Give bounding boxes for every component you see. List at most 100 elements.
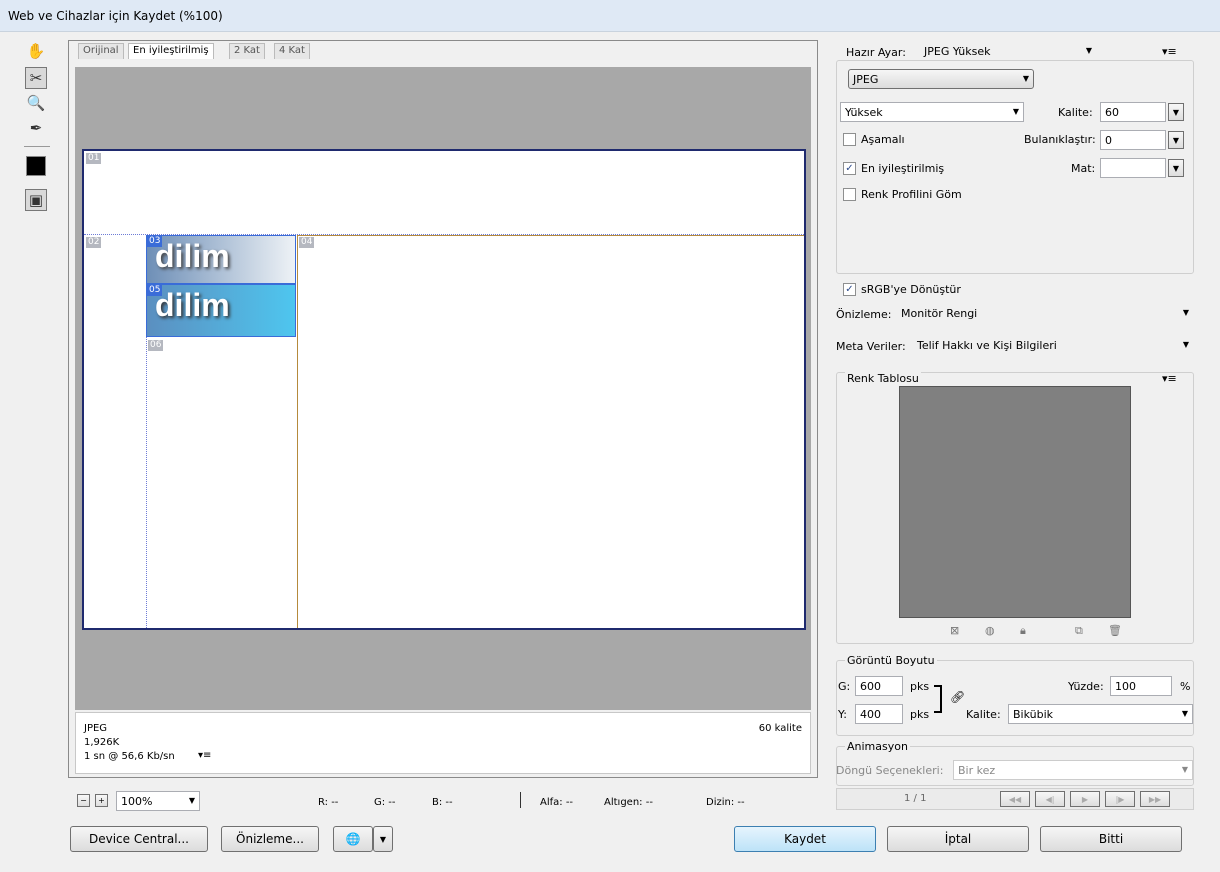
preview-label: Önizleme:	[836, 308, 892, 321]
zoom-value: 100%	[121, 795, 153, 808]
embed-profile-checkbox[interactable]	[843, 188, 856, 201]
map-transparent-icon[interactable]: ⊠	[950, 624, 959, 637]
slice-label[interactable]: 06	[148, 340, 164, 351]
status-hex: Altıgen: --	[604, 797, 653, 808]
status-r: R: --	[318, 797, 339, 808]
matte-input[interactable]	[1100, 158, 1166, 178]
quality-level-select[interactable]: Yüksek ▼	[840, 102, 1024, 122]
preview-select[interactable]: Monitör Rengi ▼	[897, 304, 1193, 324]
matte-label: Mat:	[1071, 162, 1096, 175]
blur-label: Bulanıklaştır:	[1024, 133, 1096, 146]
browser-icon[interactable]: 🌐	[333, 826, 373, 852]
slice-label[interactable]: 02	[86, 237, 102, 248]
progressive-checkbox[interactable]	[843, 133, 856, 146]
toggle-slices-icon[interactable]: ▣	[25, 189, 47, 211]
tab-original[interactable]: Orijinal	[78, 43, 124, 59]
image-preview[interactable]: 01 02 03 dilim 05 dilim 06 04	[82, 149, 806, 630]
height-label: Y:	[838, 708, 847, 721]
chevron-down-icon: ▼	[1181, 765, 1188, 774]
resample-select[interactable]: Bikübik ▼	[1008, 704, 1193, 724]
status-g: G: --	[374, 797, 396, 808]
percent-input[interactable]: 100	[1110, 676, 1172, 696]
loop-value: Bir kez	[958, 764, 996, 777]
hand-icon[interactable]: ✋	[25, 40, 47, 62]
meta-select[interactable]: Telif Hakkı ve Kişi Bilgileri ▼	[913, 336, 1193, 356]
zoom-icon[interactable]: 🔍	[25, 92, 47, 114]
menu-icon[interactable]: ▾≡	[198, 750, 211, 761]
next-frame-icon[interactable]: |▶	[1105, 791, 1135, 807]
prev-frame-icon[interactable]: ◀|	[1035, 791, 1065, 807]
quality-level-value: Yüksek	[845, 106, 883, 119]
optimized-label: En iyileştirilmiş	[861, 162, 945, 175]
preset-select[interactable]: JPEG Yüksek ▼	[920, 42, 1096, 62]
preview-button[interactable]: Önizleme...	[221, 826, 319, 852]
chevron-down-icon: ▼	[1022, 74, 1029, 83]
quality-input[interactable]: 60	[1100, 102, 1166, 122]
menu-icon[interactable]: ▾≡	[1162, 45, 1177, 58]
embed-profile-label: Renk Profilini Göm	[861, 188, 962, 201]
width-unit: pks	[910, 680, 930, 693]
device-central-button[interactable]: Device Central...	[70, 826, 208, 852]
done-button[interactable]: Bitti	[1040, 826, 1182, 852]
blur-input[interactable]: 0	[1100, 130, 1166, 150]
chevron-down-icon[interactable]: ▼	[1168, 131, 1184, 149]
slice-text: dilim	[155, 238, 230, 274]
quality-label: Kalite:	[1058, 106, 1093, 119]
frame-counter: 1 / 1	[904, 793, 927, 804]
height-input[interactable]: 400	[855, 704, 903, 724]
cancel-button[interactable]: İptal	[887, 826, 1029, 852]
color-table-swatch[interactable]	[899, 386, 1131, 618]
first-frame-icon[interactable]: ◀◀	[1000, 791, 1030, 807]
zoom-out-button[interactable]: −	[77, 794, 90, 807]
save-button[interactable]: Kaydet	[734, 826, 876, 852]
slice-03[interactable]: 03 dilim	[146, 235, 296, 284]
chevron-down-icon: ▼	[188, 796, 195, 805]
format-value: JPEG	[853, 73, 879, 86]
animation-title: Animasyon	[845, 740, 910, 753]
slice-label[interactable]: 04	[299, 237, 315, 248]
chevron-down-icon[interactable]: ▼	[1168, 159, 1184, 177]
new-color-icon[interactable]: ⧉	[1075, 624, 1083, 638]
width-input[interactable]: 600	[855, 676, 903, 696]
slice-select-icon[interactable]: ✂	[25, 67, 47, 89]
zoom-in-button[interactable]: +	[95, 794, 108, 807]
srgb-checkbox[interactable]: ✓	[843, 283, 856, 296]
loop-select[interactable]: Bir kez ▼	[953, 760, 1193, 780]
last-frame-icon[interactable]: ▶▶	[1140, 791, 1170, 807]
lock-icon[interactable]: 🔒︎	[1020, 624, 1026, 638]
chevron-down-icon: ▼	[1182, 308, 1189, 317]
slice-label[interactable]: 01	[86, 153, 102, 164]
color-table-title: Renk Tablosu	[845, 372, 921, 385]
srgb-label: sRGB'ye Dönüştür	[861, 283, 961, 296]
chevron-down-icon: ▼	[1181, 709, 1188, 718]
format-select[interactable]: JPEG ▼	[848, 69, 1034, 89]
link-icon[interactable]: 🔗︎	[950, 690, 965, 704]
meta-label: Meta Veriler:	[836, 340, 906, 353]
color-swatch-icon[interactable]	[26, 156, 46, 176]
web-snap-icon[interactable]: ◍	[985, 624, 995, 637]
tab-2up[interactable]: 2 Kat	[229, 43, 265, 59]
play-icon[interactable]: ▶	[1070, 791, 1100, 807]
preset-value: JPEG Yüksek	[924, 45, 991, 58]
image-size-title: Görüntü Boyutu	[845, 654, 937, 667]
info-time: 1 sn @ 56,6 Kb/sn	[84, 751, 175, 762]
slice-05[interactable]: 05 dilim	[146, 284, 296, 337]
optimized-checkbox[interactable]: ✓	[843, 162, 856, 175]
title-bar: Web ve Cihazlar için Kaydet (%100)	[0, 0, 1220, 32]
zoom-select[interactable]: 100% ▼	[116, 791, 200, 811]
slice-border	[297, 235, 804, 236]
trash-icon[interactable]: 🗑︎	[1108, 624, 1122, 637]
eyedropper-icon[interactable]: ✒	[25, 117, 47, 139]
toolbox-divider	[24, 146, 50, 147]
tab-4up[interactable]: 4 Kat	[274, 43, 310, 59]
tab-optimized[interactable]: En iyileştirilmiş	[128, 43, 214, 59]
chevron-down-icon[interactable]: ▼	[1168, 103, 1184, 121]
chevron-down-icon: ▼	[1182, 340, 1189, 349]
status-divider	[520, 792, 521, 808]
info-size: 1,926K	[84, 737, 120, 748]
menu-icon[interactable]: ▾≡	[1162, 372, 1177, 385]
chevron-down-icon[interactable]: ▼	[373, 826, 393, 852]
resample-label: Kalite:	[966, 708, 1001, 721]
status-b: B: --	[432, 797, 453, 808]
info-quality: 60 kalite	[758, 723, 802, 734]
